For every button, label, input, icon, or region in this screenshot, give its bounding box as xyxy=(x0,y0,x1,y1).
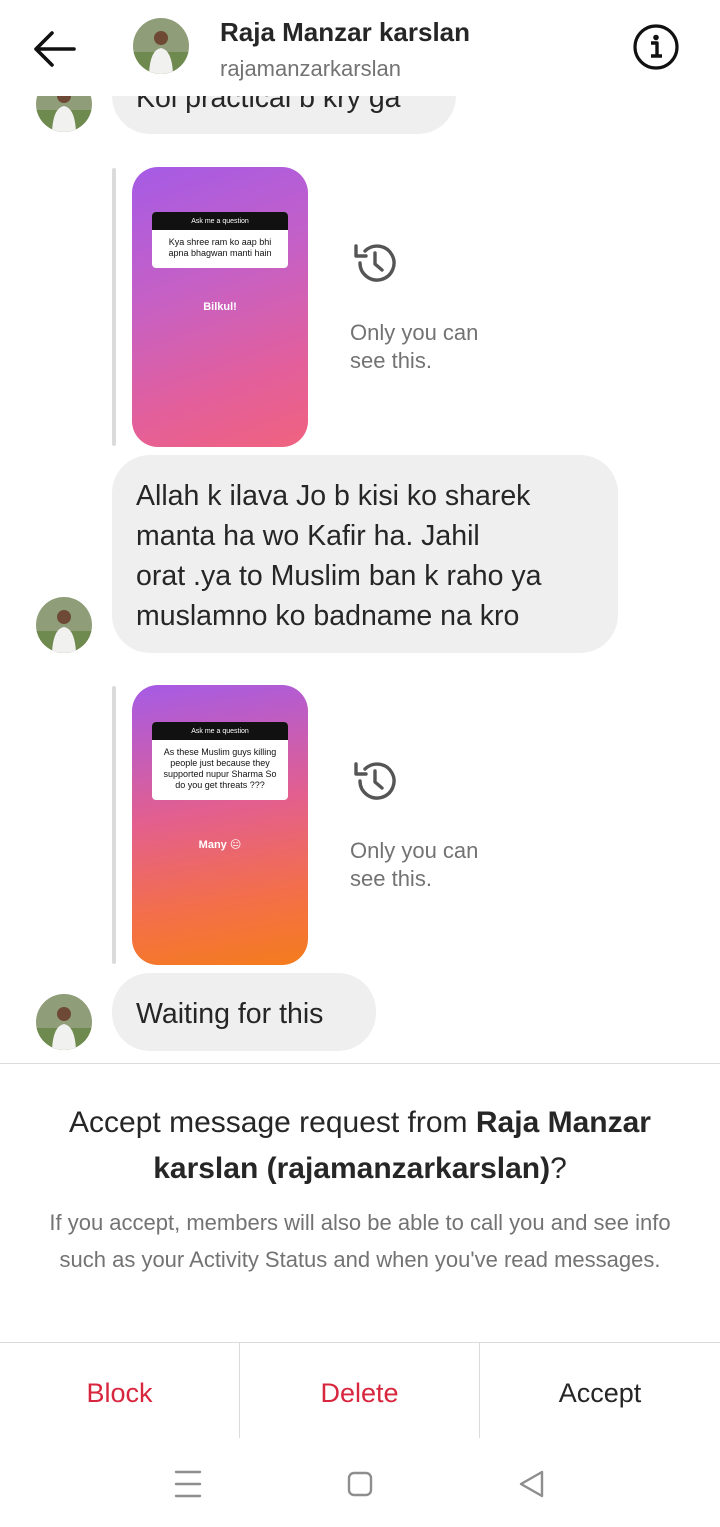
visibility-note-line: see this. xyxy=(350,866,432,891)
back-nav-button[interactable] xyxy=(512,1466,552,1502)
request-actions: Block Delete Accept xyxy=(0,1342,720,1439)
info-button[interactable] xyxy=(631,22,681,72)
history-icon xyxy=(350,238,400,288)
story-reply-preview[interactable]: Ask me a question Kya shree ram ko aap b… xyxy=(132,167,308,447)
system-nav-bar xyxy=(0,1438,720,1527)
recent-apps-button[interactable] xyxy=(168,1466,208,1502)
visibility-note-line: Only you can xyxy=(350,838,479,863)
back-arrow-icon xyxy=(34,31,76,67)
question-text: As these Muslim guys killing people just… xyxy=(163,747,277,790)
visibility-note: Only you can see this. xyxy=(350,319,478,375)
message-bubble[interactable]: Waiting for this xyxy=(112,973,376,1051)
message-text-line: orat .ya to Muslim ban k raho ya xyxy=(136,560,542,592)
home-button[interactable] xyxy=(340,1466,380,1502)
request-description: If you accept, members will also be able… xyxy=(49,1210,671,1272)
avatar-photo xyxy=(36,597,92,653)
header-avatar[interactable] xyxy=(133,18,189,74)
visibility-note: Only you can see this. xyxy=(350,837,478,893)
question-sticker: Ask me a question Kya shree ram ko aap b… xyxy=(152,212,288,268)
delete-button[interactable]: Delete xyxy=(240,1343,480,1439)
sender-avatar[interactable] xyxy=(36,994,92,1050)
request-title-prefix: Accept message request from xyxy=(69,1106,476,1139)
avatar-photo xyxy=(133,18,189,74)
home-square-icon xyxy=(347,1471,373,1497)
request-title: Accept message request from Raja Manzar … xyxy=(40,1100,680,1192)
back-button[interactable] xyxy=(28,24,84,74)
chat-header: Raja Manzar karslan rajamanzarkarslan xyxy=(0,0,720,96)
menu-lines-icon xyxy=(174,1470,202,1498)
question-text: Kya shree ram ko aap bhi apna bhagwan ma… xyxy=(168,237,272,258)
message-text-line: manta ha wo Kafir ha. Jahil xyxy=(136,520,480,552)
message-text-line: muslamno ko badname na kro xyxy=(136,600,520,632)
story-answer: Many 😐 xyxy=(198,839,242,851)
question-sticker: Ask me a question As these Muslim guys k… xyxy=(152,722,288,800)
contact-name[interactable]: Raja Manzar karslan xyxy=(220,17,470,48)
info-icon xyxy=(633,24,679,70)
contact-username[interactable]: rajamanzarkarslan xyxy=(220,56,401,82)
avatar-photo xyxy=(36,994,92,1050)
message-text-line: Allah k ilava Jo b kisi ko sharek xyxy=(136,480,531,512)
accept-button[interactable]: Accept xyxy=(480,1343,720,1439)
message-thread[interactable]: Koi practical b kry ga Ask me a question… xyxy=(0,96,720,1063)
visibility-note-line: Only you can xyxy=(350,320,479,345)
story-answer: Bilkul! xyxy=(203,301,237,313)
message-text: Koi practical b kry ga xyxy=(136,96,401,114)
reply-indicator-line xyxy=(112,168,116,446)
back-triangle-icon xyxy=(519,1470,544,1498)
message-text: Waiting for this xyxy=(136,998,324,1030)
message-bubble[interactable]: Koi practical b kry ga xyxy=(112,96,456,134)
block-button[interactable]: Block xyxy=(0,1343,240,1439)
message-request-panel: Accept message request from Raja Manzar … xyxy=(0,1063,720,1343)
visibility-note-line: see this. xyxy=(350,348,432,373)
sender-avatar[interactable] xyxy=(36,597,92,653)
story-reply-preview[interactable]: Ask me a question As these Muslim guys k… xyxy=(132,685,308,965)
reply-indicator-line xyxy=(112,686,116,964)
question-sticker-header: Ask me a question xyxy=(152,212,288,230)
avatar-photo xyxy=(36,96,92,132)
history-icon xyxy=(350,756,400,806)
question-sticker-header: Ask me a question xyxy=(152,722,288,740)
request-title-suffix: ? xyxy=(550,1152,567,1185)
message-bubble[interactable]: Allah k ilava Jo b kisi ko sharek manta … xyxy=(112,455,618,653)
sender-avatar[interactable] xyxy=(36,96,92,132)
